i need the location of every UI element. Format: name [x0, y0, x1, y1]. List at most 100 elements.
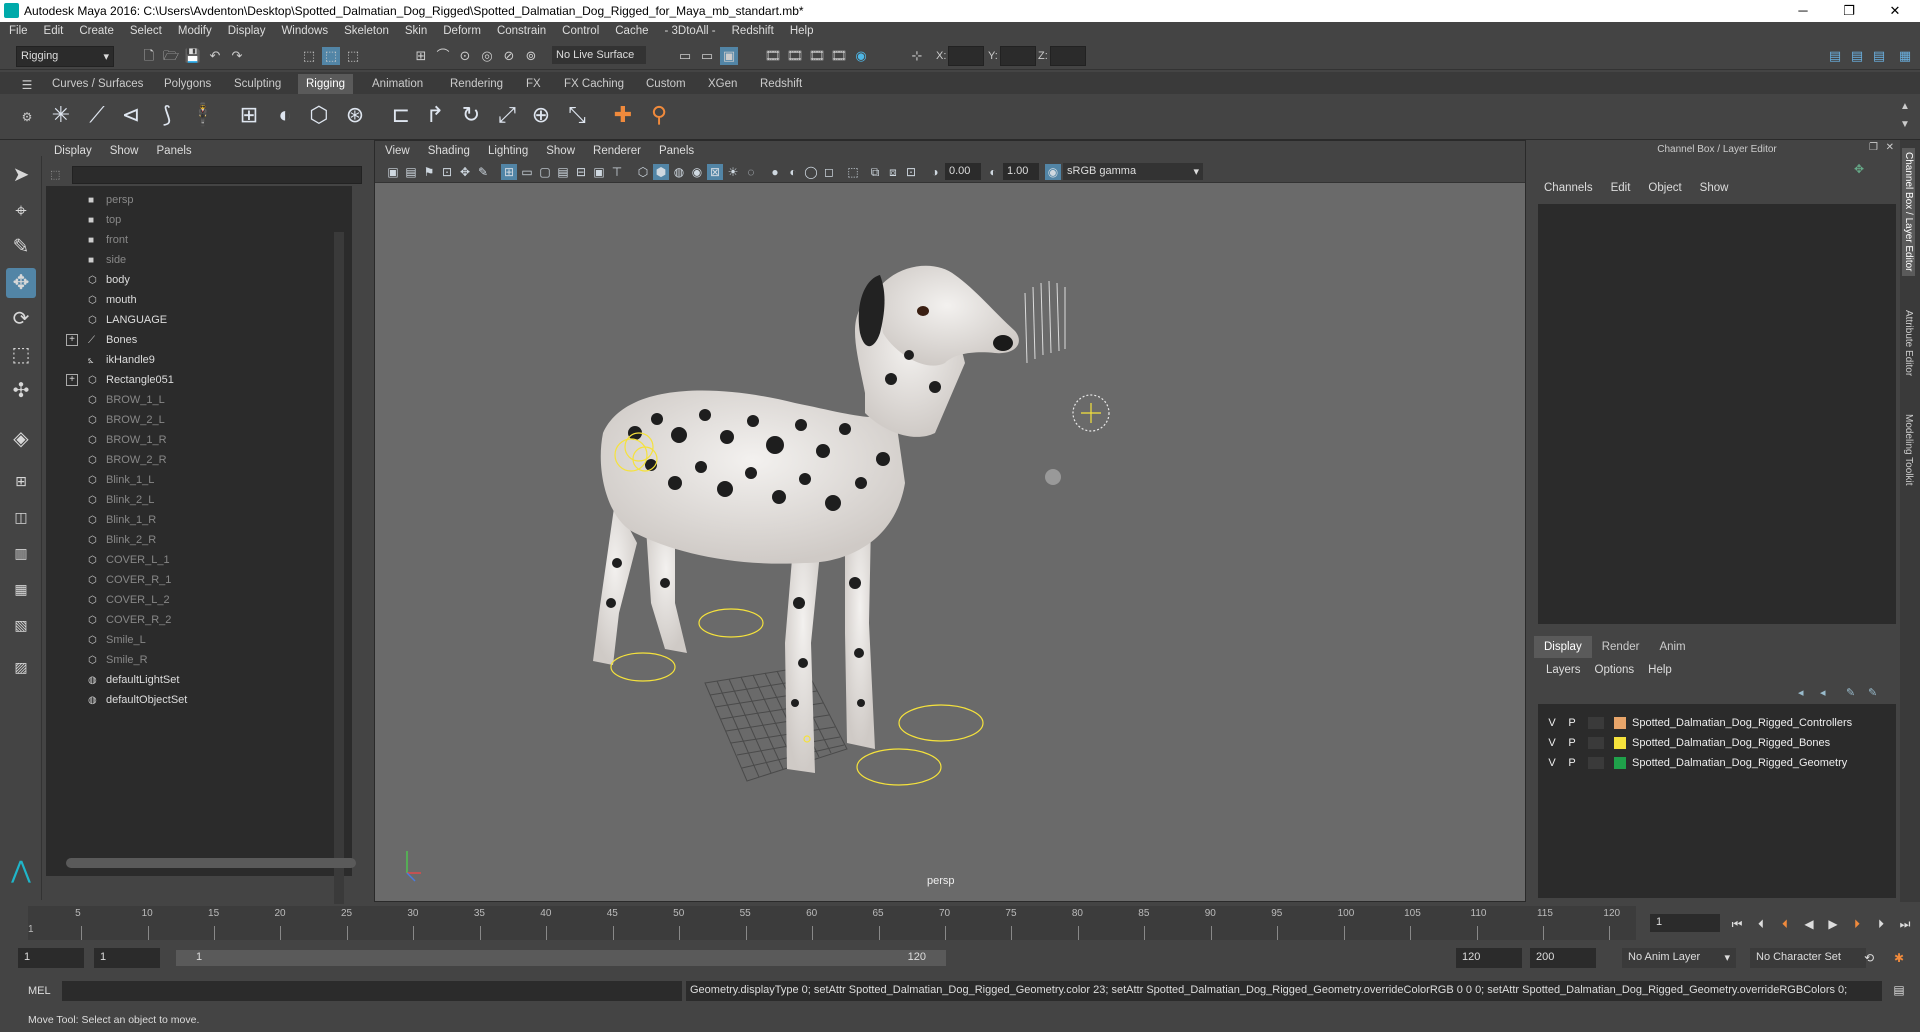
construction-history-icon[interactable]: ▭ — [698, 47, 716, 65]
menu-control[interactable]: Control — [553, 22, 606, 37]
paint-weights-icon[interactable]: ◐ — [270, 100, 300, 130]
outliner-search-input[interactable] — [72, 166, 362, 184]
snap-point-icon[interactable]: ⊙ — [456, 47, 474, 65]
tab-curves-surfaces[interactable]: Curves / Surfaces — [44, 74, 151, 94]
workspace-icon[interactable]: ▤ — [1826, 47, 1844, 65]
custom-script-2-icon[interactable]: ⚲ — [644, 100, 674, 130]
ik-handle-icon[interactable]: ⊲ — [116, 100, 146, 130]
menu-redshift[interactable]: Redshift — [723, 22, 781, 37]
textured-icon[interactable]: ◉ — [689, 164, 705, 180]
resolution-gate-icon[interactable]: ▢ — [537, 164, 553, 180]
custom-script-icon[interactable]: ✚ — [608, 100, 638, 130]
menu-deform[interactable]: Deform — [434, 22, 488, 37]
outliner-item[interactable]: ⬡ Smile_L — [88, 630, 146, 650]
menu-3dtoall[interactable]: - 3DtoAll - — [656, 22, 723, 37]
lattice-icon[interactable]: ⬡ — [304, 100, 334, 130]
mel-command-input[interactable] — [62, 981, 682, 1001]
layout-two-icon[interactable]: ◫ — [6, 502, 36, 532]
outliner-item[interactable]: ■ side — [88, 250, 126, 270]
menu-windows[interactable]: Windows — [272, 22, 335, 37]
new-empty-layer-icon[interactable]: ✎ — [1846, 686, 1855, 699]
layer-playback-toggle[interactable]: P — [1564, 714, 1580, 732]
transform-constraint-icon[interactable]: ⊹ — [908, 47, 926, 65]
xray-icon[interactable]: ⬚ — [845, 164, 861, 180]
camera-attributes-icon[interactable]: ▤ — [403, 164, 419, 180]
lasso-tool-icon[interactable]: ⌖ — [6, 196, 36, 226]
backface-icon[interactable]: ⊡ — [903, 164, 919, 180]
tab-display-layers[interactable]: Display — [1534, 636, 1592, 658]
tab-fx[interactable]: FX — [518, 74, 549, 94]
layer-row[interactable]: V P Spotted_Dalmatian_Dog_Rigged_Geometry — [1544, 754, 1884, 772]
orient-constraint-icon[interactable]: ↻ — [456, 100, 486, 130]
outliner-horizontal-scrollbar[interactable] — [66, 858, 356, 868]
step-forward-frame-icon[interactable]: ⏵ — [1872, 916, 1890, 932]
rotate-tool-icon[interactable]: ⟳ — [6, 304, 36, 334]
play-backwards-icon[interactable]: ◀ — [1800, 916, 1818, 932]
color-space-select[interactable]: sRGB gamma ▾ — [1063, 163, 1203, 180]
outliner-menu-panels[interactable]: Panels — [147, 140, 200, 157]
viewport-menu-show[interactable]: Show — [536, 141, 583, 157]
render-frame-icon[interactable]: 🎞 — [786, 47, 804, 65]
outliner-item[interactable]: ⬡ mouth — [88, 290, 137, 310]
outliner-item[interactable]: ⬡ COVER_L_2 — [88, 590, 170, 610]
menu-select[interactable]: Select — [121, 22, 169, 37]
grid-icon[interactable]: ⊞ — [501, 164, 517, 180]
animation-start-field[interactable]: 1 — [18, 948, 84, 968]
outliner-item[interactable]: ■ top — [88, 210, 121, 230]
outliner-item[interactable]: ⬡ LANGUAGE — [88, 310, 167, 330]
tab-anim-layers[interactable]: Anim — [1649, 636, 1695, 658]
snap-vertex-icon[interactable]: ⊚ — [522, 47, 540, 65]
isolate-select-icon[interactable]: ◻ — [821, 164, 837, 180]
tab-custom[interactable]: Custom — [638, 74, 694, 94]
smooth-shade-icon[interactable]: ⬢ — [653, 164, 669, 180]
outliner-item[interactable]: ◍ defaultObjectSet — [88, 690, 187, 710]
outliner-item[interactable]: ⬡ Smile_R — [88, 650, 148, 670]
layer-menu-options[interactable]: Options — [1595, 664, 1643, 676]
float-panel-icon[interactable]: ❐ — [1869, 142, 1878, 153]
gamma-field[interactable]: 1.00 — [1003, 163, 1039, 180]
safe-action-icon[interactable]: ▣ — [591, 164, 607, 180]
layout-outliner-icon[interactable]: ▥ — [6, 538, 36, 568]
attribute-editor-toggle-icon[interactable]: ▤ — [1848, 47, 1866, 65]
depth-of-field-icon[interactable]: ◯ — [803, 164, 819, 180]
menu-create[interactable]: Create — [70, 22, 121, 37]
animation-preferences-icon[interactable]: ✱ — [1890, 950, 1908, 966]
step-back-key-icon[interactable]: ⏴ — [1776, 916, 1794, 932]
render-settings-icon[interactable]: 🎞 — [830, 47, 848, 65]
timeline-track[interactable]: 1 5 10 15 20 25 30 35 40 45 50 55 60 65 70 75 80 85 90 95 10… — [28, 906, 1636, 940]
insert-joint-icon[interactable]: ⟋ — [82, 100, 112, 130]
side-tab-modeling-toolkit[interactable]: Modeling Toolkit — [1902, 410, 1915, 490]
layer-color-swatch[interactable] — [1614, 737, 1626, 749]
viewport-menu-renderer[interactable]: Renderer — [583, 141, 649, 157]
play-forwards-icon[interactable]: ▶ — [1824, 916, 1842, 932]
step-back-frame-icon[interactable]: ⏴ — [1752, 916, 1770, 932]
viewport-menu-lighting[interactable]: Lighting — [478, 141, 536, 157]
layer-visibility-toggle[interactable]: V — [1544, 734, 1560, 752]
layer-color-swatch[interactable] — [1614, 757, 1626, 769]
go-to-end-icon[interactable]: ⏭ — [1896, 916, 1914, 932]
x-field[interactable] — [948, 46, 984, 66]
shelf-settings-icon[interactable]: ⚙ — [18, 108, 36, 126]
film-gate-icon[interactable]: ▭ — [519, 164, 535, 180]
select-component-icon[interactable]: ⬚ — [344, 47, 362, 65]
tab-render-layers[interactable]: Render — [1592, 636, 1650, 658]
viewport-panel[interactable]: View Shading Lighting Show Renderer Panels ▣ … — [374, 140, 1526, 902]
outliner-item[interactable]: ■ persp — [88, 190, 134, 210]
channel-box-menu-show[interactable]: Show — [1690, 182, 1737, 194]
tab-sculpting[interactable]: Sculpting — [226, 74, 289, 94]
snap-grid-icon[interactable]: ⊞ — [412, 47, 430, 65]
viewport-menu-view[interactable]: View — [375, 141, 418, 157]
wireframe-icon[interactable]: ⬡ — [635, 164, 651, 180]
side-tab-channel-box[interactable]: Channel Box / Layer Editor — [1902, 148, 1915, 276]
menu-file[interactable]: File — [0, 22, 35, 37]
menu-constrain[interactable]: Constrain — [488, 22, 553, 37]
color-management-icon[interactable]: ◉ — [1045, 164, 1061, 180]
viewport-menu-shading[interactable]: Shading — [418, 141, 478, 157]
y-field[interactable] — [1000, 46, 1036, 66]
channel-box-menu-channels[interactable]: Channels — [1534, 182, 1601, 194]
go-to-start-icon[interactable]: ⏮ — [1728, 916, 1746, 932]
cluster-icon[interactable]: ⊛ — [340, 100, 370, 130]
outliner-expand-icon[interactable]: + — [66, 334, 78, 346]
snap-view-icon[interactable]: ◎ — [478, 47, 496, 65]
skin-bind-icon[interactable]: ⊞ — [234, 100, 264, 130]
